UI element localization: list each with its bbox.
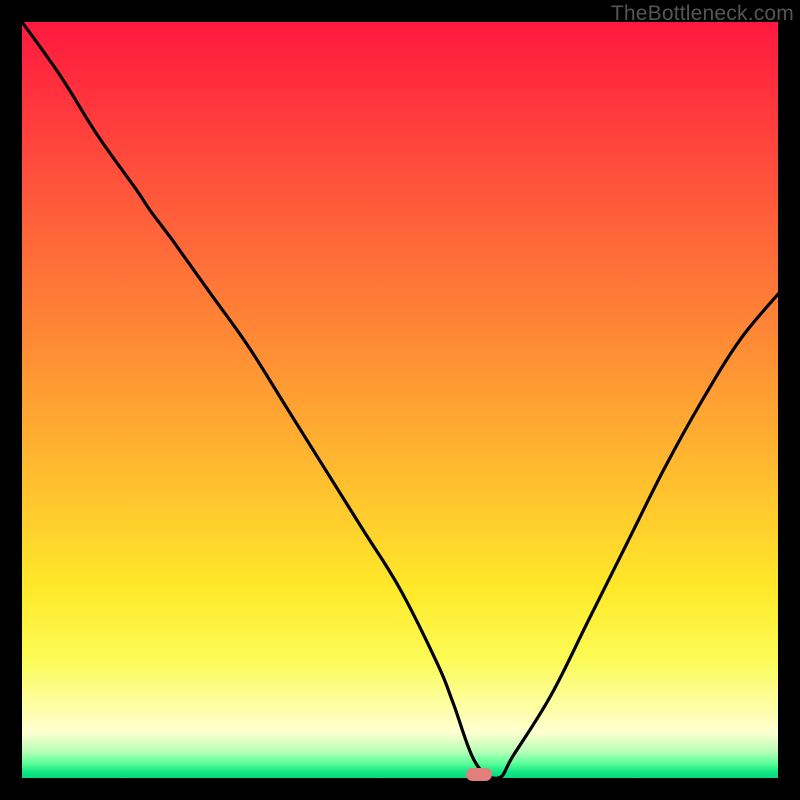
chart-container: TheBottleneck.com	[0, 0, 800, 800]
bottleneck-curve-path	[22, 22, 778, 778]
minimum-marker	[466, 768, 492, 781]
curve-svg	[22, 22, 778, 778]
plot-area	[22, 22, 778, 778]
